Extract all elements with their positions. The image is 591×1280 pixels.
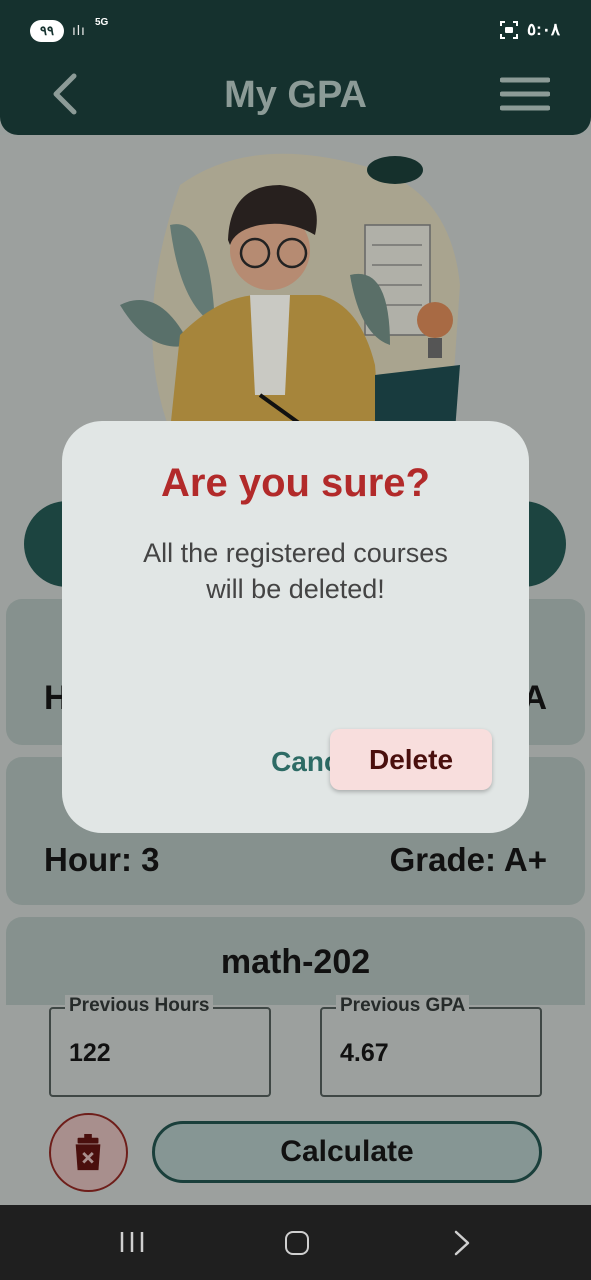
previous-gpa-field[interactable]: Previous GPA 4.67 [320, 995, 542, 1097]
student-illustration [120, 153, 460, 431]
trash-icon [75, 1133, 101, 1171]
screenshot-icon [500, 21, 518, 39]
course-name: math-202 [220, 943, 371, 981]
course-grade: Grade: A+ [389, 841, 547, 878]
app-bar: My GPA [0, 62, 591, 135]
confirm-dialog: Are you sure? All the registered courses… [62, 421, 529, 833]
delete-all-button[interactable] [49, 1113, 128, 1192]
previous-gpa-value[interactable]: 4.67 [340, 1039, 389, 1068]
delete-button[interactable]: Delete [330, 729, 492, 790]
battery-indicator: ٩٩ [30, 20, 64, 42]
previous-hours-label: Previous Hours [65, 995, 214, 1017]
home-icon[interactable] [285, 1231, 309, 1255]
previous-hours-value[interactable]: 122 [69, 1039, 111, 1068]
signal-icon: ılı [72, 22, 86, 38]
course-hour: Hour: 3 [44, 841, 160, 878]
status-bar: ٩٩ ılı 5G ٥:٠٨ [0, 0, 591, 62]
nav-back-icon[interactable] [450, 1229, 474, 1257]
previous-gpa-label: Previous GPA [336, 995, 470, 1017]
system-nav-bar [0, 1205, 591, 1280]
previous-hours-field[interactable]: Previous Hours 122 [49, 995, 271, 1097]
dialog-message: All the registered courses will be delet… [143, 538, 448, 604]
dialog-title: Are you sure? [161, 461, 430, 505]
menu-icon[interactable] [500, 74, 550, 114]
network-type: 5G [95, 17, 109, 28]
calculate-button[interactable]: Calculate [152, 1121, 542, 1183]
recents-icon[interactable] [119, 1231, 145, 1253]
bottom-panel: Previous Hours 122 Previous GPA 4.67 Cal… [0, 995, 591, 1205]
clock: ٥:٠٨ [527, 20, 561, 39]
